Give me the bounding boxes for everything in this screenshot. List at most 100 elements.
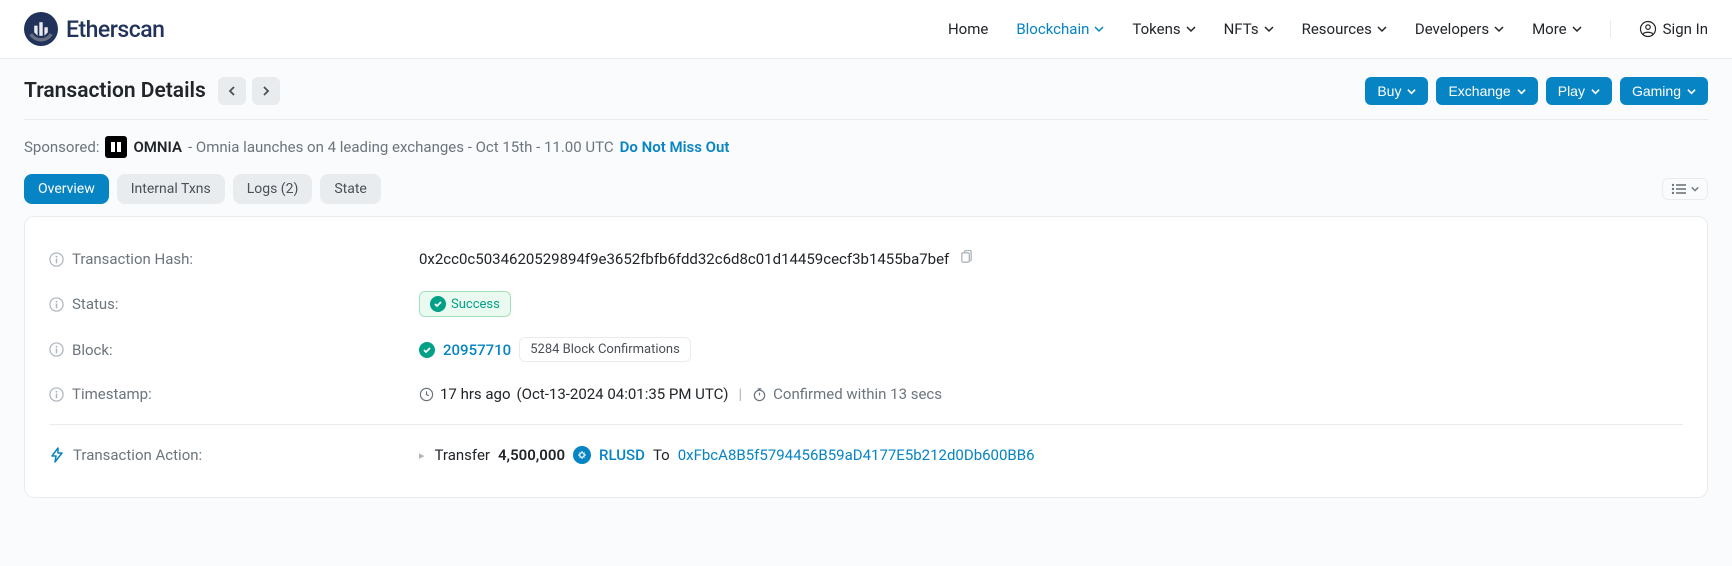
tab-state[interactable]: State	[320, 174, 381, 204]
status-badge: Success	[419, 291, 511, 317]
sponsor-text: - Omnia launches on 4 leading exchanges …	[188, 138, 614, 156]
check-icon	[430, 296, 446, 312]
cta-group: Buy Exchange Play Gaming	[1365, 77, 1708, 105]
cta-label: Exchange	[1448, 83, 1510, 99]
sponsored-prefix: Sponsored:	[24, 138, 99, 156]
label-action: Transaction Action:	[73, 446, 202, 464]
row-status: Status: Success	[49, 281, 1683, 327]
user-icon	[1639, 20, 1657, 38]
row-hash: Transaction Hash: 0x2cc0c5034620529894f9…	[49, 237, 1683, 281]
action-verb: Transfer	[435, 446, 490, 464]
row-block: Block: 20957710 5284 Block Confirmations	[49, 327, 1683, 372]
action-amount: 4,500,000	[498, 446, 565, 464]
chevron-down-icon	[1687, 87, 1696, 96]
chevron-down-icon	[1264, 24, 1274, 34]
nav-label: Tokens	[1132, 20, 1180, 38]
nav-more[interactable]: More	[1532, 20, 1582, 38]
title-row: Transaction Details Buy Exchange Play	[24, 59, 1708, 120]
status-text: Success	[451, 297, 500, 312]
signin-label: Sign In	[1663, 20, 1708, 38]
info-icon	[49, 342, 64, 357]
tab-logs[interactable]: Logs (2)	[233, 174, 313, 204]
stopwatch-icon	[752, 387, 767, 402]
nav-home[interactable]: Home	[948, 20, 988, 38]
to-address-link[interactable]: 0xFbcA8B5f5794456B59aD4177E5b212d0Db600B…	[678, 446, 1035, 464]
page-body: Transaction Details Buy Exchange Play	[0, 59, 1732, 566]
label-hash: Transaction Hash:	[72, 250, 193, 268]
sponsor-name: OMNIA	[133, 138, 182, 156]
main-header: Etherscan Home Blockchain Tokens NFTs Re…	[0, 0, 1732, 59]
tabs-row: Overview Internal Txns Logs (2) State	[24, 174, 1708, 216]
cta-label: Play	[1558, 83, 1585, 99]
divider	[49, 424, 1683, 425]
copy-hash-button[interactable]	[957, 248, 976, 271]
cta-label: Buy	[1377, 83, 1401, 99]
chevron-down-icon	[1591, 87, 1600, 96]
row-action: Transaction Action: ▸ Transfer 4,500,000…	[49, 433, 1683, 477]
info-icon	[49, 297, 64, 312]
chevron-right-icon	[261, 86, 271, 96]
brand-logo[interactable]: Etherscan	[24, 12, 164, 46]
info-icon	[49, 252, 64, 267]
nav-label: NFTs	[1224, 20, 1259, 38]
label-timestamp: Timestamp:	[72, 385, 152, 403]
tx-hash-value: 0x2cc0c5034620529894f9e3652fbfb6fdd32c6d…	[419, 250, 949, 268]
etherscan-logo-icon	[24, 12, 58, 46]
chevron-down-icon	[1377, 24, 1387, 34]
nav-resources[interactable]: Resources	[1302, 20, 1387, 38]
action-to-label: To	[653, 446, 670, 464]
gaming-button[interactable]: Gaming	[1620, 77, 1708, 105]
chevron-down-icon	[1094, 24, 1104, 34]
chevron-left-icon	[227, 86, 237, 96]
nav-separator	[1610, 20, 1611, 38]
page-title: Transaction Details	[24, 79, 206, 103]
chevron-down-icon	[1572, 24, 1582, 34]
token-link[interactable]: RLUSD	[599, 446, 645, 464]
next-tx-button[interactable]	[252, 77, 280, 105]
chevron-down-icon	[1186, 24, 1196, 34]
prev-tx-button[interactable]	[218, 77, 246, 105]
tx-card: Transaction Hash: 0x2cc0c5034620529894f9…	[24, 216, 1708, 498]
tab-internal-txns[interactable]: Internal Txns	[117, 174, 225, 204]
signin-button[interactable]: Sign In	[1639, 20, 1708, 38]
nav-label: More	[1532, 20, 1567, 38]
nav-label: Home	[948, 20, 988, 38]
brand-name: Etherscan	[66, 16, 164, 43]
nav-label: Resources	[1302, 20, 1372, 38]
info-icon	[49, 387, 64, 402]
confirmations-pill: 5284 Block Confirmations	[519, 337, 691, 362]
check-icon	[419, 342, 435, 358]
block-link[interactable]: 20957710	[443, 341, 511, 359]
exchange-button[interactable]: Exchange	[1436, 77, 1537, 105]
label-status: Status:	[72, 295, 119, 313]
nav-tokens[interactable]: Tokens	[1132, 20, 1195, 38]
sponsor-link[interactable]: Do Not Miss Out	[620, 138, 730, 156]
cta-label: Gaming	[1632, 83, 1681, 99]
nav-nfts[interactable]: NFTs	[1224, 20, 1274, 38]
nav-label: Developers	[1415, 20, 1489, 38]
nav-label: Blockchain	[1016, 20, 1089, 38]
title-nav	[218, 77, 280, 105]
list-icon	[1671, 183, 1687, 195]
caret-icon: ▸	[419, 449, 425, 462]
time-ago: 17 hrs ago	[440, 385, 511, 403]
tabs-more-button[interactable]	[1662, 178, 1708, 200]
chevron-down-icon	[1691, 185, 1699, 193]
play-button[interactable]: Play	[1546, 77, 1612, 105]
chevron-down-icon	[1517, 87, 1526, 96]
copy-icon	[959, 250, 974, 265]
sponsor-logo-icon	[105, 136, 127, 158]
nav-developers[interactable]: Developers	[1415, 20, 1504, 38]
confirmed-within: Confirmed within 13 secs	[773, 385, 942, 403]
label-block: Block:	[72, 341, 113, 359]
row-timestamp: Timestamp: 17 hrs ago (Oct-13-2024 04:01…	[49, 372, 1683, 416]
buy-button[interactable]: Buy	[1365, 77, 1428, 105]
time-full: (Oct-13-2024 04:01:35 PM UTC)	[517, 385, 729, 403]
main-nav: Home Blockchain Tokens NFTs Resources De…	[948, 20, 1708, 38]
nav-blockchain[interactable]: Blockchain	[1016, 20, 1104, 38]
chevron-down-icon	[1407, 87, 1416, 96]
separator: |	[738, 385, 742, 403]
clock-icon	[419, 387, 434, 402]
tab-overview[interactable]: Overview	[24, 174, 109, 204]
chevron-down-icon	[1494, 24, 1504, 34]
